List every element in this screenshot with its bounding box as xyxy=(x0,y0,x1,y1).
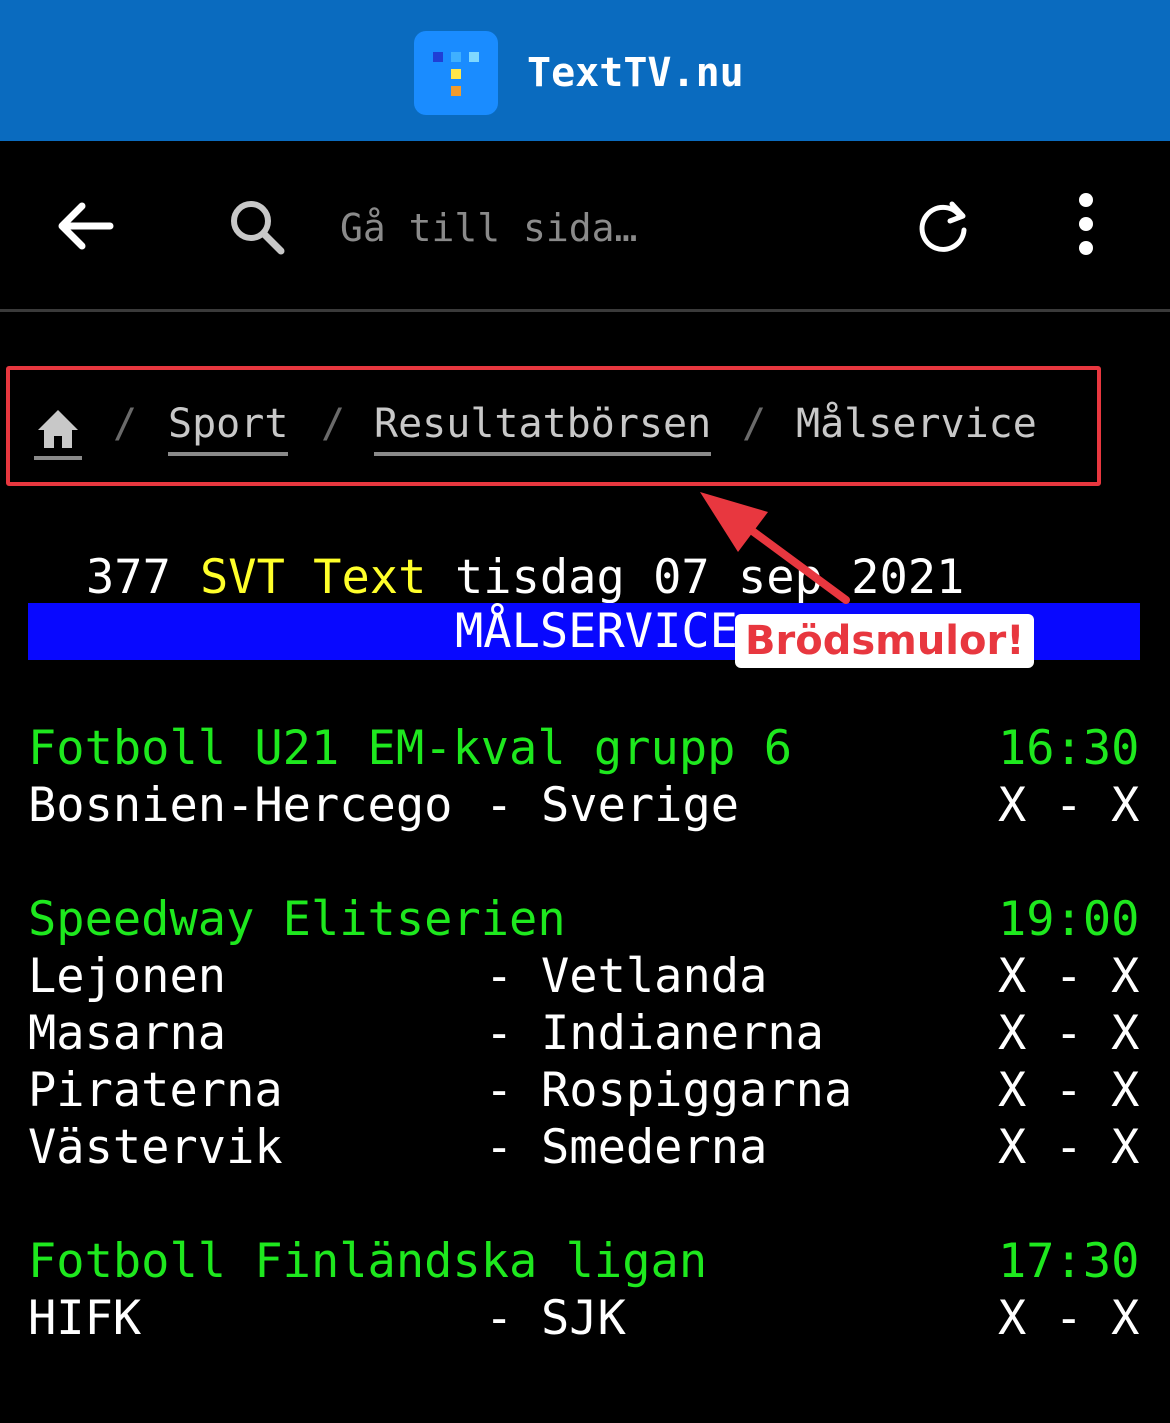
breadcrumb-home[interactable] xyxy=(34,404,82,460)
breadcrumb-sport[interactable]: Sport xyxy=(168,398,289,456)
match-dash: - xyxy=(485,1291,514,1346)
match-home: Piraterna xyxy=(28,1063,283,1118)
match-score: X - X xyxy=(998,949,1140,1004)
breadcrumb-resultatborsen[interactable]: Resultatbörsen xyxy=(374,398,712,456)
match-score: X - X xyxy=(998,1006,1140,1061)
match-score: X - X xyxy=(998,778,1140,833)
refresh-button[interactable] xyxy=(910,194,976,260)
page-number: 377 xyxy=(86,550,171,605)
match-away: Sverige xyxy=(541,778,740,833)
toolbar-divider xyxy=(0,309,1170,312)
match-away: SJK xyxy=(541,1291,626,1346)
match-score: X - X xyxy=(998,1120,1140,1175)
section-time: 19:00 xyxy=(998,892,1140,947)
match-score: X - X xyxy=(998,1063,1140,1118)
match-away: Vetlanda xyxy=(541,949,768,1004)
match-away: Smederna xyxy=(541,1120,768,1175)
match-home: Västervik xyxy=(28,1120,283,1175)
match-dash: - xyxy=(485,1063,514,1118)
match-home: Lejonen xyxy=(28,949,227,1004)
match-away: Rospiggarna xyxy=(541,1063,853,1118)
match-home: Masarna xyxy=(28,1006,227,1061)
refresh-icon xyxy=(919,201,967,252)
home-icon xyxy=(38,410,78,448)
search-button[interactable] xyxy=(224,194,290,260)
app-bar: TextTV.nu xyxy=(0,0,1170,141)
match-dash: - xyxy=(485,1006,514,1061)
match-home: Bosnien-Hercego xyxy=(28,778,453,833)
match-dash: - xyxy=(485,949,514,1004)
match-dash: - xyxy=(485,1120,514,1175)
match-away: Indianerna xyxy=(541,1006,824,1061)
texttv-logo-icon xyxy=(414,31,498,115)
annotation-label: Brödsmulor! xyxy=(735,614,1035,668)
app-title: TextTV.nu xyxy=(527,50,744,96)
page-brand: SVT Text xyxy=(200,550,427,605)
breadcrumb-separator: / xyxy=(742,401,767,447)
search-input[interactable] xyxy=(340,196,860,260)
section-time: 16:30 xyxy=(998,721,1140,776)
more-menu-button[interactable] xyxy=(1066,190,1106,262)
match-dash: - xyxy=(485,778,514,833)
section-title: Fotboll Finländska ligan xyxy=(28,1234,708,1289)
section-time: 17:30 xyxy=(998,1234,1140,1289)
more-vert-icon xyxy=(1079,193,1093,255)
section-title: Speedway Elitserien xyxy=(28,892,566,947)
breadcrumb-separator: / xyxy=(113,401,138,447)
breadcrumb-separator: / xyxy=(321,401,346,447)
breadcrumb-current: Målservice xyxy=(796,401,1037,447)
banner-title: MÅLSERVICE xyxy=(455,604,738,659)
match-score: X - X xyxy=(998,1291,1140,1346)
match-home: HIFK xyxy=(28,1291,142,1346)
search-icon xyxy=(231,201,285,255)
section-title: Fotboll U21 EM-kval grupp 6 xyxy=(28,721,793,776)
page-date: tisdag 07 sep 2021 xyxy=(455,550,965,605)
back-button[interactable] xyxy=(50,192,120,262)
back-arrow-icon xyxy=(58,202,114,250)
